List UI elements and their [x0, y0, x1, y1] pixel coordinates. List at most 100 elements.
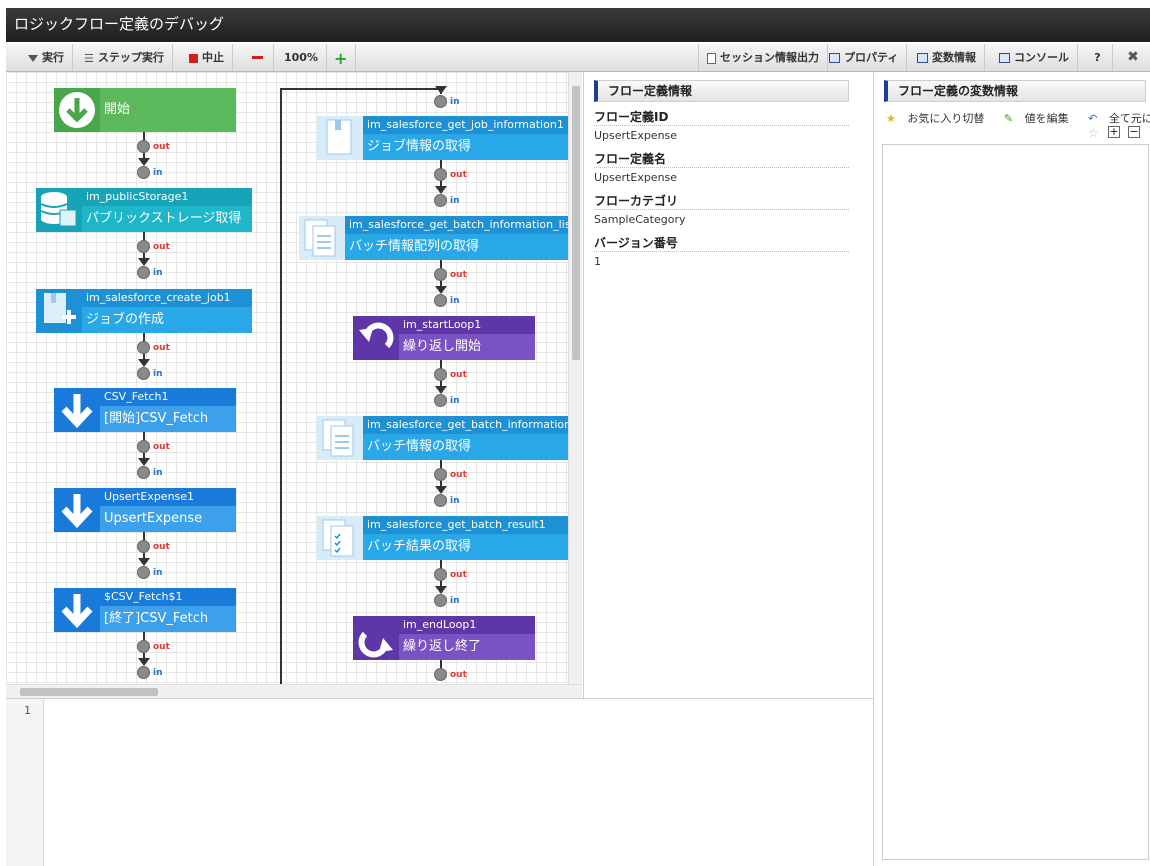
- scroll-thumb[interactable]: [20, 688, 158, 696]
- document-icon: [317, 116, 363, 160]
- variables-button[interactable]: 変数情報: [909, 44, 985, 71]
- arrow-down-icon: [54, 88, 100, 132]
- stop-button[interactable]: 中止: [181, 44, 233, 71]
- session-output-button[interactable]: セッション情報出力: [698, 44, 828, 71]
- in-port[interactable]: [137, 367, 150, 380]
- in-port[interactable]: [137, 166, 150, 179]
- close-button[interactable]: ✖: [1116, 44, 1150, 71]
- in-label: in: [450, 196, 460, 206]
- document-add-icon: [36, 289, 82, 333]
- out-label: out: [450, 370, 467, 380]
- in-label: in: [153, 168, 163, 178]
- out-port[interactable]: [434, 668, 447, 681]
- out-port[interactable]: [137, 140, 150, 153]
- flow-canvas[interactable]: 開始 out in im_publicStorage1 パブリックストレージ取得…: [6, 72, 568, 684]
- flow-node-start-loop[interactable]: im_startLoop1 繰り返し開始: [353, 316, 535, 360]
- step-run-button[interactable]: ☰ ステップ実行: [76, 44, 173, 71]
- node-label: パブリックストレージ取得: [86, 211, 242, 226]
- flow-node-get-batch-information[interactable]: im_salesforce_get_batch_information1 バッチ…: [317, 416, 568, 460]
- flow-definition-info-panel: フロー定義情報 フロー定義ID UpsertExpense フロー定義名 Ups…: [583, 72, 873, 698]
- star-outline-icon[interactable]: ☆: [1088, 126, 1099, 140]
- out-port[interactable]: [434, 268, 447, 281]
- arrow-icon: [138, 458, 150, 466]
- in-port[interactable]: [137, 266, 150, 279]
- out-port[interactable]: [434, 568, 447, 581]
- out-label: out: [153, 642, 170, 652]
- property-button[interactable]: プロパティ: [821, 44, 908, 71]
- undo-icon: ↶: [1088, 112, 1098, 125]
- in-port[interactable]: [434, 494, 447, 507]
- in-port[interactable]: [137, 666, 150, 679]
- close-icon: ✖: [1127, 49, 1139, 65]
- expand-all-icon[interactable]: +: [1108, 126, 1120, 138]
- loop-end-icon: [353, 616, 399, 660]
- in-label: in: [450, 97, 460, 107]
- collapse-all-icon[interactable]: −: [1128, 126, 1140, 138]
- flow-node-csv-fetch-start[interactable]: CSV_Fetch1 [開始]CSV_Fetch: [54, 388, 236, 432]
- in-label: in: [153, 268, 163, 278]
- flow-variables-panel: フロー定義の変数情報 ★ お気に入り切替 ✎ 値を編集 ↶ 全て元に戻す ☆ +…: [873, 72, 1150, 866]
- in-port[interactable]: [434, 294, 447, 307]
- run-button[interactable]: 実行: [20, 44, 73, 71]
- node-label: バッチ情報の取得: [367, 439, 472, 454]
- flow-node-csv-fetch-end[interactable]: $CSV_Fetch$1 [終了]CSV_Fetch: [54, 588, 236, 632]
- canvas-vertical-scrollbar[interactable]: [568, 72, 582, 684]
- in-port[interactable]: [434, 194, 447, 207]
- flow-category-label: フローカテゴリ: [594, 192, 849, 210]
- in-port[interactable]: [137, 566, 150, 579]
- flow-node-start[interactable]: 開始: [54, 88, 236, 132]
- in-port[interactable]: [434, 394, 447, 407]
- out-port[interactable]: [137, 240, 150, 253]
- in-port[interactable]: [137, 466, 150, 479]
- arrow-icon: [138, 258, 150, 266]
- node-label: 繰り返し開始: [403, 339, 482, 354]
- arrow-icon: [435, 386, 447, 394]
- flow-node-get-batch-information-list[interactable]: im_salesforce_get_batch_information_list…: [299, 216, 568, 260]
- out-port[interactable]: [434, 368, 447, 381]
- out-port[interactable]: [137, 440, 150, 453]
- arrow-icon: [435, 486, 447, 494]
- favorite-toggle-button[interactable]: ★ お気に入り切替: [886, 112, 992, 125]
- out-port[interactable]: [434, 168, 447, 181]
- canvas-horizontal-scrollbar[interactable]: [6, 684, 582, 698]
- plus-icon: +: [334, 48, 348, 68]
- in-label: in: [153, 568, 163, 578]
- flow-node-upsert-expense[interactable]: UpsertExpense1 UpsertExpense: [54, 488, 236, 532]
- console-editor[interactable]: 1: [6, 698, 873, 866]
- arrow-icon: [435, 186, 447, 194]
- arrow-icon: [435, 86, 447, 94]
- documents-icon: [317, 416, 363, 460]
- zoom-out-button[interactable]: [244, 44, 274, 71]
- minus-icon: [252, 55, 263, 59]
- edit-value-button[interactable]: ✎ 値を編集: [1004, 112, 1077, 125]
- flow-node-get-job-information[interactable]: im_salesforce_get_job_information1 ジョブ情報…: [317, 116, 568, 160]
- scroll-thumb[interactable]: [572, 86, 580, 360]
- arrow-icon: [138, 359, 150, 367]
- node-label: バッチ結果の取得: [367, 539, 472, 554]
- in-port[interactable]: [434, 95, 447, 108]
- help-button[interactable]: ?: [1083, 44, 1113, 71]
- flow-node-create-job[interactable]: im_salesforce_create_job1 ジョブの作成: [36, 289, 252, 333]
- window-title: ロジックフロー定義のデバッグ: [6, 8, 1150, 42]
- reset-all-button[interactable]: ↶ 全て元に戻す: [1088, 112, 1150, 125]
- node-label: [開始]CSV_Fetch: [104, 411, 209, 426]
- flow-node-public-storage[interactable]: im_publicStorage1 パブリックストレージ取得: [36, 188, 252, 232]
- out-port[interactable]: [137, 540, 150, 553]
- out-port[interactable]: [137, 640, 150, 653]
- arrow-icon: [435, 586, 447, 594]
- panel-icon: [999, 53, 1010, 63]
- node-label: UpsertExpense: [104, 511, 203, 526]
- out-port[interactable]: [434, 468, 447, 481]
- flow-node-get-batch-result[interactable]: im_salesforce_get_batch_result1 バッチ結果の取得: [317, 516, 568, 560]
- node-title: im_publicStorage1: [82, 188, 252, 206]
- zoom-in-button[interactable]: +: [326, 44, 356, 71]
- in-label: in: [450, 496, 460, 506]
- out-label: out: [450, 670, 467, 680]
- console-button[interactable]: コンソール: [991, 44, 1078, 71]
- node-label: バッチ情報配列の取得: [349, 239, 480, 254]
- in-port[interactable]: [434, 594, 447, 607]
- flow-node-end-loop[interactable]: im_endLoop1 繰り返し終了: [353, 616, 535, 660]
- flow-id-value: UpsertExpense: [594, 129, 678, 142]
- out-port[interactable]: [137, 341, 150, 354]
- variables-tree[interactable]: [882, 144, 1149, 860]
